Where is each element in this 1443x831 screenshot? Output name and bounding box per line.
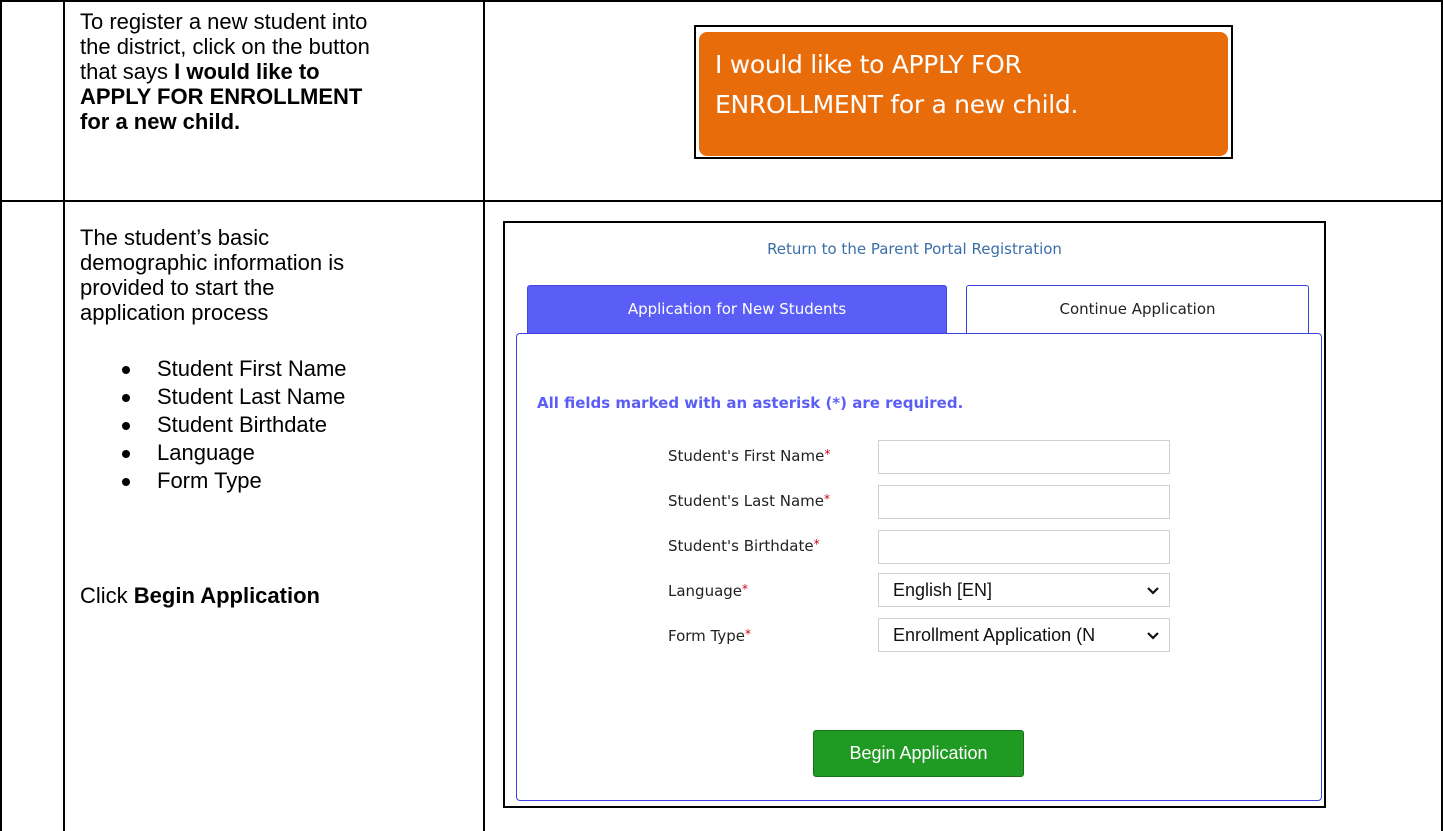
list-item: Student Birthdate: [63, 411, 347, 439]
bullet-icon: [122, 478, 130, 486]
click-bold: Begin Application: [133, 583, 320, 608]
instruction-bold: I would like to: [174, 59, 320, 84]
instruction-text: that says: [80, 59, 175, 84]
intro-line: The student’s basic: [80, 225, 270, 250]
tab-continue-application[interactable]: Continue Application: [966, 285, 1309, 333]
required-asterisk: *: [813, 537, 820, 551]
field-label-text: Student's First Name: [668, 447, 825, 465]
bullet-text: Student Birthdate: [157, 412, 328, 437]
required-asterisk: *: [824, 447, 831, 461]
required-fields-note: All fields marked with an asterisk (*) a…: [537, 394, 964, 412]
required-asterisk: *: [824, 492, 831, 506]
last-name-field[interactable]: [878, 485, 1170, 519]
chevron-down-icon: [1147, 632, 1159, 640]
instruction-line: To register a new student into: [80, 9, 368, 34]
chevron-down-icon: [1147, 587, 1159, 595]
field-bullet-list: Student First Name Student Last Name Stu…: [63, 355, 347, 495]
apply-for-enrollment-button[interactable]: I would like to APPLY FOR ENROLLMENT for…: [699, 32, 1228, 156]
language-select-value: English [EN]: [893, 580, 993, 600]
apply-button-line: ENROLLMENT for a new child.: [715, 90, 1079, 119]
required-asterisk: *: [742, 582, 749, 596]
apply-button-screenshot: I would like to APPLY FOR ENROLLMENT for…: [694, 25, 1233, 159]
instruction-line: for a new child.: [80, 109, 370, 134]
column-divider-2: [483, 0, 485, 831]
birthdate-field[interactable]: [878, 530, 1170, 564]
row1-instruction: To register a new student into the distr…: [80, 9, 370, 134]
instruction-bold: for a new child.: [80, 109, 241, 134]
parent-portal-link[interactable]: Return to the Parent Portal Registration: [505, 240, 1324, 258]
click-instruction: Click Begin Application: [80, 583, 320, 608]
bullet-icon: [122, 422, 130, 430]
list-item: Form Type: [63, 467, 347, 495]
field-label-text: Student's Birthdate: [668, 537, 814, 555]
language-select[interactable]: English [EN]: [878, 573, 1170, 607]
instruction-bold: APPLY FOR ENROLLMENT: [80, 84, 363, 109]
tab-application-new-students[interactable]: Application for New Students: [527, 285, 947, 333]
instruction-line: that says I would like to: [80, 59, 370, 84]
bullet-icon: [122, 366, 130, 374]
table-border-top: [0, 0, 1443, 2]
field-label-text: Form Type: [668, 627, 746, 645]
form-type-label: Form Type*: [668, 627, 751, 645]
field-label-text: Student's Last Name: [668, 492, 825, 510]
application-form-screenshot: Return to the Parent Portal Registration…: [503, 221, 1326, 808]
bullet-text: Student Last Name: [157, 384, 346, 409]
bullet-text: Student First Name: [157, 356, 347, 381]
bullet-icon: [122, 450, 130, 458]
instruction-line: the district, click on the button: [80, 34, 370, 59]
bullet-text: Language: [157, 440, 255, 465]
row2-instruction: The student’s basic demographic informat…: [80, 225, 344, 325]
bullet-text: Form Type: [157, 468, 262, 493]
click-prefix: Click: [80, 583, 134, 608]
list-item: Language: [63, 439, 347, 467]
intro-line: application process: [80, 300, 269, 325]
instruction-line: APPLY FOR ENROLLMENT: [80, 84, 370, 109]
bullet-icon: [122, 394, 130, 402]
list-item: Student Last Name: [63, 383, 347, 411]
form-type-select-value: Enrollment Application (N: [893, 625, 1096, 645]
first-name-label: Student's First Name*: [668, 447, 830, 465]
field-label-text: Language: [668, 582, 743, 600]
intro-line: demographic information is: [80, 250, 345, 275]
table-border-left: [0, 0, 2, 831]
last-name-label: Student's Last Name*: [668, 492, 830, 510]
row-divider: [0, 200, 1443, 202]
language-label: Language*: [668, 582, 748, 600]
list-item: Student First Name: [63, 355, 347, 383]
required-asterisk: *: [745, 627, 752, 641]
first-name-field[interactable]: [878, 440, 1170, 474]
intro-line: provided to start the: [80, 275, 275, 300]
form-type-select[interactable]: Enrollment Application (N: [878, 618, 1170, 652]
application-panel: All fields marked with an asterisk (*) a…: [516, 333, 1322, 801]
apply-button-line: I would like to APPLY FOR: [715, 50, 1022, 79]
birthdate-label: Student's Birthdate*: [668, 537, 820, 555]
begin-application-button[interactable]: Begin Application: [813, 730, 1024, 777]
